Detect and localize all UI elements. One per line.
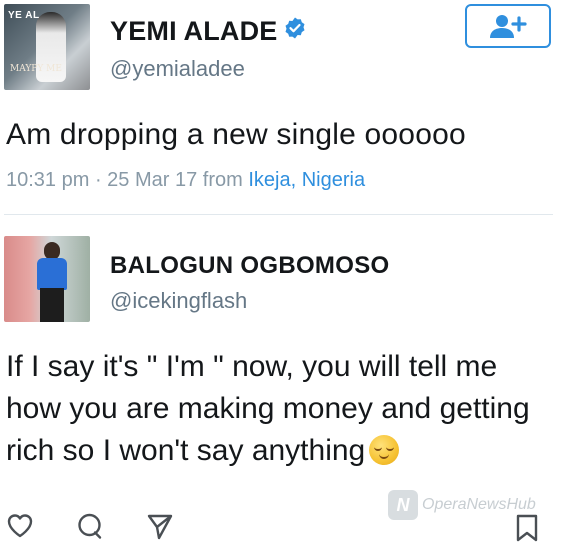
avatar-shirt bbox=[37, 258, 67, 290]
author-name[interactable]: YEMI ALADE bbox=[110, 16, 278, 47]
author-avatar[interactable]: YE AL MAYPY ME bbox=[4, 4, 90, 90]
heart-icon[interactable] bbox=[6, 512, 34, 540]
bookmark-icon[interactable] bbox=[514, 514, 540, 542]
reply-author-name[interactable]: BALOGUN OGBOMOSO bbox=[110, 252, 389, 280]
watermark-logo-icon: N bbox=[388, 490, 418, 520]
watermark-text: OperaNewsHub bbox=[422, 496, 536, 513]
tweet-time: 10:31 pm bbox=[6, 169, 90, 191]
divider bbox=[4, 214, 553, 215]
reply-text-block: If I say it's " I'm " now, you will tell… bbox=[6, 346, 556, 472]
verified-badge-icon bbox=[285, 17, 305, 39]
author-handle[interactable]: @yemialadee bbox=[110, 56, 245, 82]
tweet-meta: 10:31 pm · 25 Mar 17 from Ikeja, Nigeria bbox=[6, 169, 365, 192]
follow-button[interactable] bbox=[465, 4, 551, 48]
avatar-text-bottom: MAYPY ME bbox=[10, 64, 62, 74]
tweet-location[interactable]: Ikeja, Nigeria bbox=[248, 169, 365, 191]
share-icon[interactable] bbox=[146, 512, 174, 540]
smirk-emoji-icon bbox=[369, 435, 400, 465]
reply-icon[interactable] bbox=[76, 512, 104, 540]
add-user-icon bbox=[490, 15, 527, 38]
from-label: from bbox=[202, 169, 243, 191]
meta-separator: · bbox=[94, 169, 108, 191]
reply-author-handle[interactable]: @icekingflash bbox=[110, 288, 247, 314]
avatar-legs bbox=[40, 288, 64, 322]
tweet-text: Am dropping a new single oooooo bbox=[6, 118, 466, 151]
reply-author-avatar[interactable] bbox=[4, 236, 90, 322]
tweet-date: 25 Mar 17 bbox=[107, 169, 198, 191]
reply-text: If I say it's " I'm " now, you will tell… bbox=[6, 350, 530, 467]
avatar-text-top: YE AL bbox=[8, 10, 40, 21]
